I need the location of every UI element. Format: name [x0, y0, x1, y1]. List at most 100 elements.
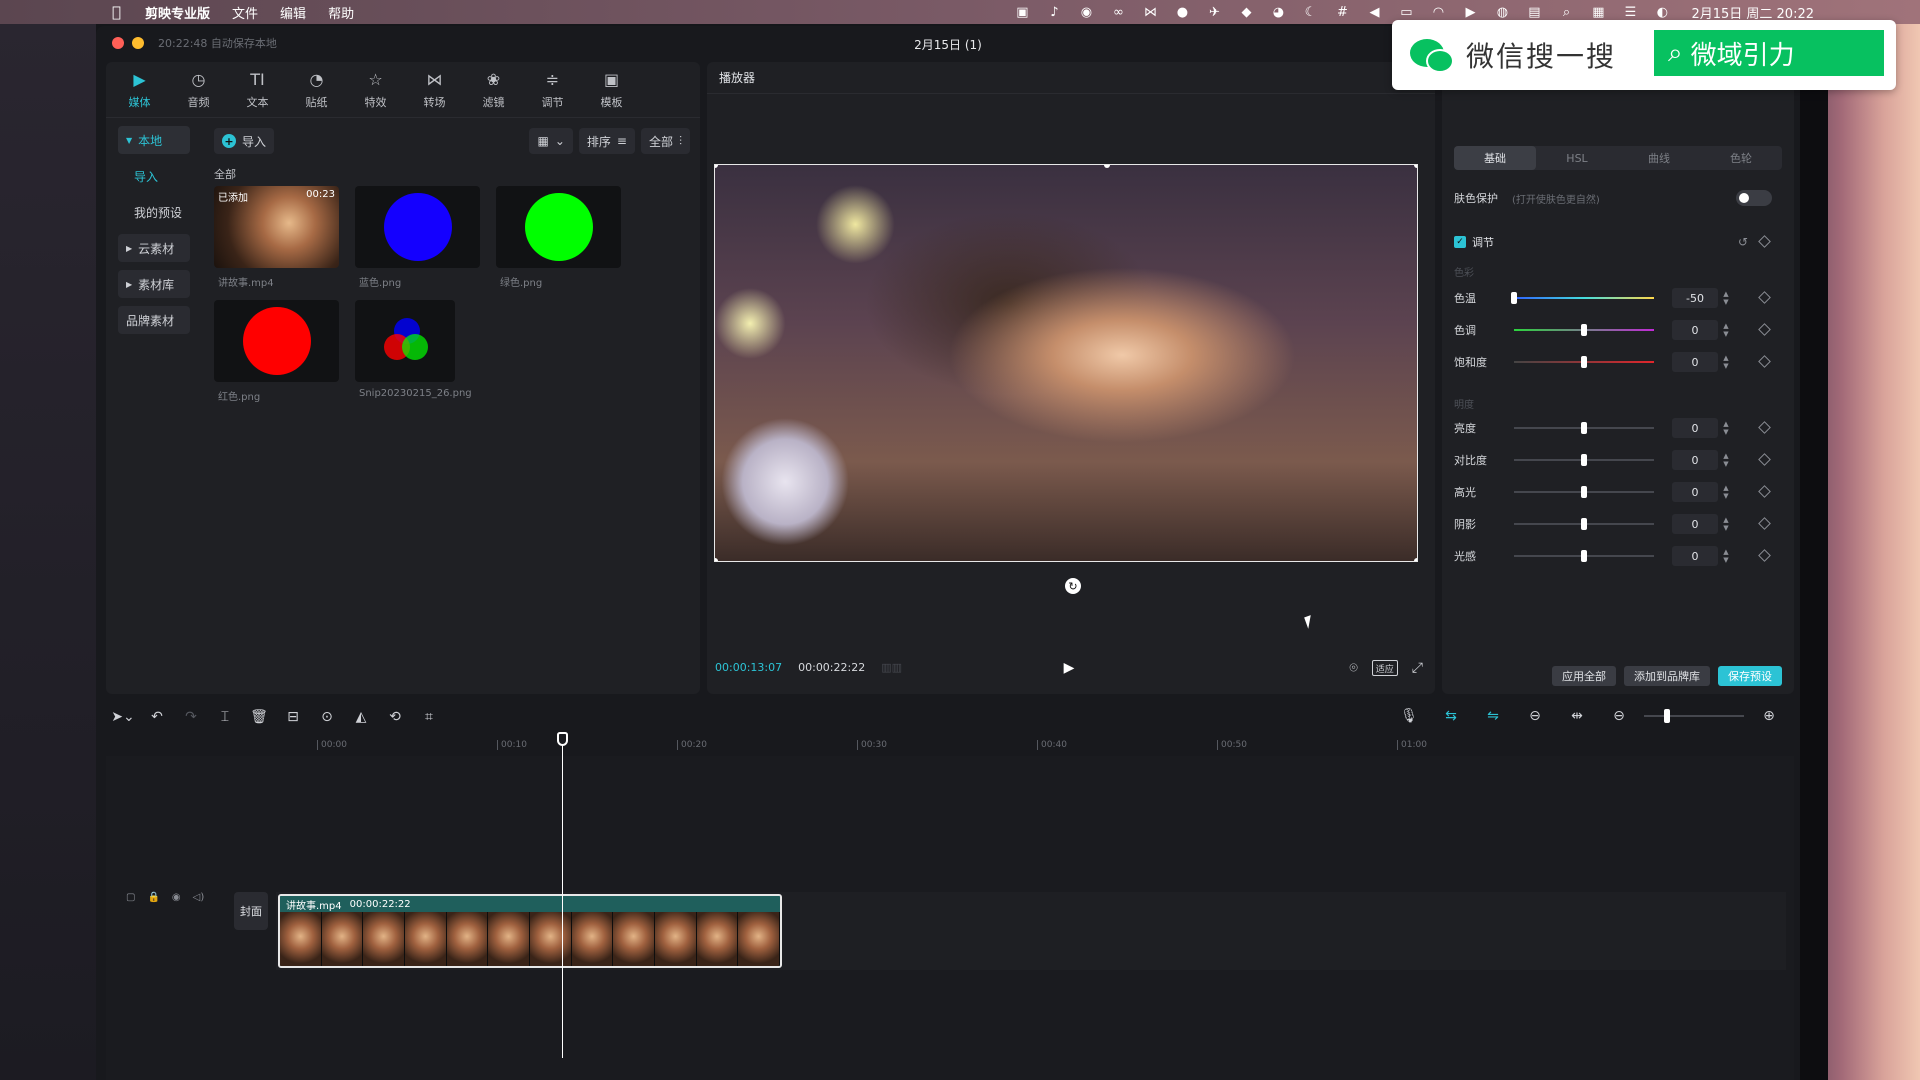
- wechat-search-banner[interactable]: 微信搜一搜 ⌕ 微域引力: [1392, 20, 1896, 90]
- slider-knob[interactable]: [1581, 518, 1587, 530]
- filter-button[interactable]: 全部 ⫶: [640, 128, 690, 154]
- crop-icon[interactable]: ⌗: [412, 705, 446, 729]
- tab-media[interactable]: ▶ 媒体: [110, 62, 169, 117]
- wechat-icon[interactable]: ◍: [1493, 4, 1511, 20]
- param-value-input[interactable]: 0: [1672, 546, 1718, 566]
- keyframe-icon[interactable]: [1758, 323, 1771, 336]
- video-clip[interactable]: 讲故事.mp4 00:00:22:22: [278, 894, 782, 968]
- redo-icon[interactable]: ↷: [174, 705, 208, 729]
- param-value-input[interactable]: 0: [1672, 320, 1718, 340]
- stepper-icon[interactable]: ▲ ▼: [1722, 322, 1730, 338]
- menu-app-name[interactable]: 剪映专业版: [145, 3, 210, 22]
- resize-handle[interactable]: [715, 558, 718, 561]
- photos-icon[interactable]: ▤: [1525, 4, 1543, 20]
- sidebar-item-cloud[interactable]: ▶ 云素材: [118, 234, 190, 262]
- sidebar-item-library[interactable]: ▶ 素材库: [118, 270, 190, 298]
- param-slider[interactable]: [1514, 324, 1654, 336]
- sidebar-item-presets[interactable]: 我的预设: [118, 198, 190, 226]
- tab-basic[interactable]: 基础: [1454, 146, 1536, 170]
- time-ruler[interactable]: 00:00 00:10 00:20 00:30 00:40 00:50 01:00: [221, 736, 1881, 756]
- plane-icon[interactable]: ✈: [1205, 4, 1223, 20]
- param-slider[interactable]: [1514, 356, 1654, 368]
- resize-handle[interactable]: [1414, 165, 1417, 168]
- param-slider[interactable]: [1514, 550, 1654, 562]
- siri-icon[interactable]: ◐: [1653, 4, 1671, 20]
- slider-knob[interactable]: [1581, 356, 1587, 368]
- zoom-out-icon[interactable]: ⊖: [1602, 704, 1636, 728]
- keyframe-icon[interactable]: [1758, 453, 1771, 466]
- tab-template[interactable]: ▣ 模板: [582, 62, 641, 117]
- spotlight-icon[interactable]: ⌕: [1557, 4, 1575, 20]
- menu-help[interactable]: 帮助: [328, 3, 354, 22]
- rotate-clip-icon[interactable]: ⟲: [378, 705, 412, 729]
- zoom-knob[interactable]: [1664, 709, 1670, 723]
- preview-axis-icon[interactable]: ⇹: [1560, 704, 1594, 728]
- param-slider[interactable]: [1514, 422, 1654, 434]
- tiktok-icon[interactable]: ♪: [1045, 4, 1063, 20]
- stepper-icon[interactable]: ▲ ▼: [1722, 516, 1730, 532]
- hash-icon[interactable]: #: [1333, 4, 1351, 20]
- param-value-input[interactable]: -50: [1672, 288, 1718, 308]
- record-icon[interactable]: ◉: [1077, 4, 1095, 20]
- fit-ratio-button[interactable]: 适应: [1371, 660, 1398, 676]
- menu-file[interactable]: 文件: [232, 3, 258, 22]
- wifi-icon[interactable]: ◠: [1429, 4, 1447, 20]
- tab-sticker[interactable]: ◔ 贴纸: [287, 62, 346, 117]
- keyframe-icon[interactable]: [1758, 235, 1771, 248]
- resize-handle[interactable]: [1104, 165, 1110, 168]
- display-icon[interactable]: ▦: [1589, 4, 1607, 20]
- media-item-red[interactable]: 红色.png: [214, 300, 339, 403]
- main-track-magnet-icon[interactable]: ⇆: [1434, 704, 1468, 728]
- tab-filter[interactable]: ❀ 滤镜: [464, 62, 523, 117]
- microphone-icon[interactable]: 🎙: [1392, 704, 1426, 728]
- param-slider[interactable]: [1514, 486, 1654, 498]
- lock-icon[interactable]: 🔒: [147, 892, 159, 903]
- import-button[interactable]: + 导入: [214, 128, 274, 154]
- link-clips-icon[interactable]: ⊖: [1518, 704, 1552, 728]
- param-value-input[interactable]: 0: [1672, 514, 1718, 534]
- tab-effects[interactable]: ☆ 特效: [346, 62, 405, 117]
- stepper-icon[interactable]: ▲ ▼: [1722, 354, 1730, 370]
- stepper-icon[interactable]: ▲ ▼: [1722, 548, 1730, 564]
- tab-transition[interactable]: ⋈ 转场: [405, 62, 464, 117]
- media-item-snip[interactable]: Snip20230215_26.png: [355, 300, 480, 399]
- notification-icon[interactable]: ◕: [1269, 4, 1287, 20]
- keyframe-icon[interactable]: [1758, 549, 1771, 562]
- zoom-in-icon[interactable]: ⊕: [1752, 704, 1786, 728]
- mirror-icon[interactable]: ◭: [344, 705, 378, 729]
- slider-knob[interactable]: [1581, 486, 1587, 498]
- media-item-blue[interactable]: 蓝色.png: [355, 186, 480, 289]
- freeze-icon[interactable]: ⊟: [276, 705, 310, 729]
- apply-all-button[interactable]: 应用全部: [1552, 666, 1616, 686]
- snapshot-icon[interactable]: ⌾: [1349, 660, 1357, 676]
- cover-button[interactable]: 封面: [234, 892, 268, 930]
- reverse-icon[interactable]: ⊙: [310, 705, 344, 729]
- wechat-search-box[interactable]: ⌕ 微域引力: [1654, 30, 1884, 76]
- menu-edit[interactable]: 编辑: [280, 3, 306, 22]
- speaker-icon[interactable]: ◁): [193, 892, 205, 903]
- slider-knob[interactable]: [1581, 422, 1587, 434]
- skin-protect-toggle[interactable]: [1736, 190, 1772, 206]
- stepper-icon[interactable]: ▲ ▼: [1722, 420, 1730, 436]
- menu-clock[interactable]: 2月15日 周二 20:22: [1691, 3, 1814, 22]
- param-slider[interactable]: [1511, 292, 1654, 304]
- tab-color-wheel[interactable]: 色轮: [1700, 146, 1782, 170]
- keyframe-icon[interactable]: [1758, 485, 1771, 498]
- dot-icon[interactable]: ●: [1173, 4, 1191, 20]
- keyframe-icon[interactable]: [1758, 517, 1771, 530]
- video-preview[interactable]: [714, 164, 1418, 562]
- media-item-video[interactable]: 已添加 00:23 讲故事.mp4: [214, 186, 339, 289]
- param-value-input[interactable]: 0: [1672, 450, 1718, 470]
- apple-icon[interactable]: : [112, 3, 121, 21]
- playhead-handle[interactable]: [557, 732, 568, 746]
- slider-knob[interactable]: [1511, 292, 1517, 304]
- sidebar-item-local[interactable]: ▼ 本地: [118, 126, 190, 154]
- resize-handle[interactable]: [715, 165, 718, 168]
- adjust-checkbox[interactable]: ✓: [1454, 236, 1466, 248]
- minimize-window-button[interactable]: [132, 37, 144, 49]
- tab-curves[interactable]: 曲线: [1618, 146, 1700, 170]
- play-circle-icon[interactable]: ▶: [1461, 4, 1479, 20]
- resize-handle[interactable]: [1414, 558, 1417, 561]
- close-window-button[interactable]: [112, 37, 124, 49]
- slider-knob[interactable]: [1581, 324, 1587, 336]
